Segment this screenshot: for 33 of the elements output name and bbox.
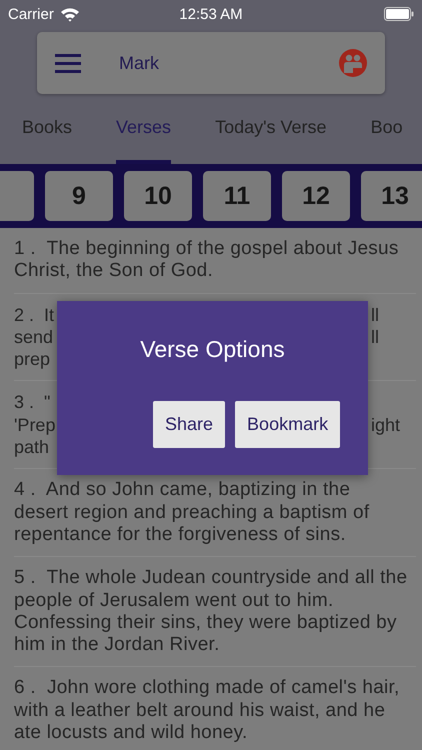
verse-text-fragment: prep xyxy=(14,348,50,370)
dialog-title: Verse Options xyxy=(140,336,285,363)
wifi-icon xyxy=(60,6,80,22)
tab[interactable]: Books xyxy=(22,94,72,164)
verse-text[interactable]: 6 . John wore clothing made of camel's hair, with a leather belt around his waist, and he ate locusts and wild honey. xyxy=(14,677,408,744)
dialog-button[interactable]: Bookmark xyxy=(235,401,340,448)
verse-text-fragment: 3 . " xyxy=(14,391,50,414)
verse-number-chip[interactable]: 10 xyxy=(124,171,192,221)
verse-text[interactable]: 4 . And so John came, baptizing in the desert region and preaching a baptism of repentance for the forgiveness of sins. xyxy=(14,479,408,546)
verse-number-chip[interactable]: 12 xyxy=(282,171,350,221)
tab[interactable]: Today's Verse xyxy=(215,94,327,164)
menu-icon[interactable] xyxy=(55,53,81,73)
dialog-button[interactable]: Share xyxy=(153,401,226,448)
verse-text-fragment: ll xyxy=(371,326,379,348)
verse-number-chip[interactable] xyxy=(0,171,34,221)
verse-text-fragment: ll xyxy=(371,304,379,326)
tab[interactable]: Boo xyxy=(370,94,403,164)
verse-text-fragment: 2 . It xyxy=(14,304,54,326)
verse-text-fragment: send xyxy=(14,326,54,348)
book-title: Mark xyxy=(119,52,159,74)
verse-text-fragment: path xyxy=(14,436,50,458)
verse-number-chip[interactable]: 9 xyxy=(45,171,113,221)
verse-text[interactable]: 5 . The whole Judean countryside and all the people of Jerusalem went out to him. Confessing their sins, they were baptized by him in the Jordan River. xyxy=(14,567,408,656)
verse-text-fragment: 'Prep xyxy=(14,414,56,436)
carrier-name: Carrier xyxy=(8,6,54,22)
status-time: 12:53 AM xyxy=(178,6,244,22)
verse-number-chip[interactable]: 11 xyxy=(203,171,271,221)
battery-icon xyxy=(384,7,414,21)
verse-text-fragment: ight xyxy=(371,414,400,436)
verse-text[interactable]: 1 . The beginning of the gospel about Jesus Christ, the Son of God. xyxy=(14,238,408,283)
search-bar[interactable]: Mark xyxy=(37,32,385,94)
verse-number-chip[interactable]: 13 xyxy=(361,171,422,221)
group-icon[interactable] xyxy=(339,49,367,77)
